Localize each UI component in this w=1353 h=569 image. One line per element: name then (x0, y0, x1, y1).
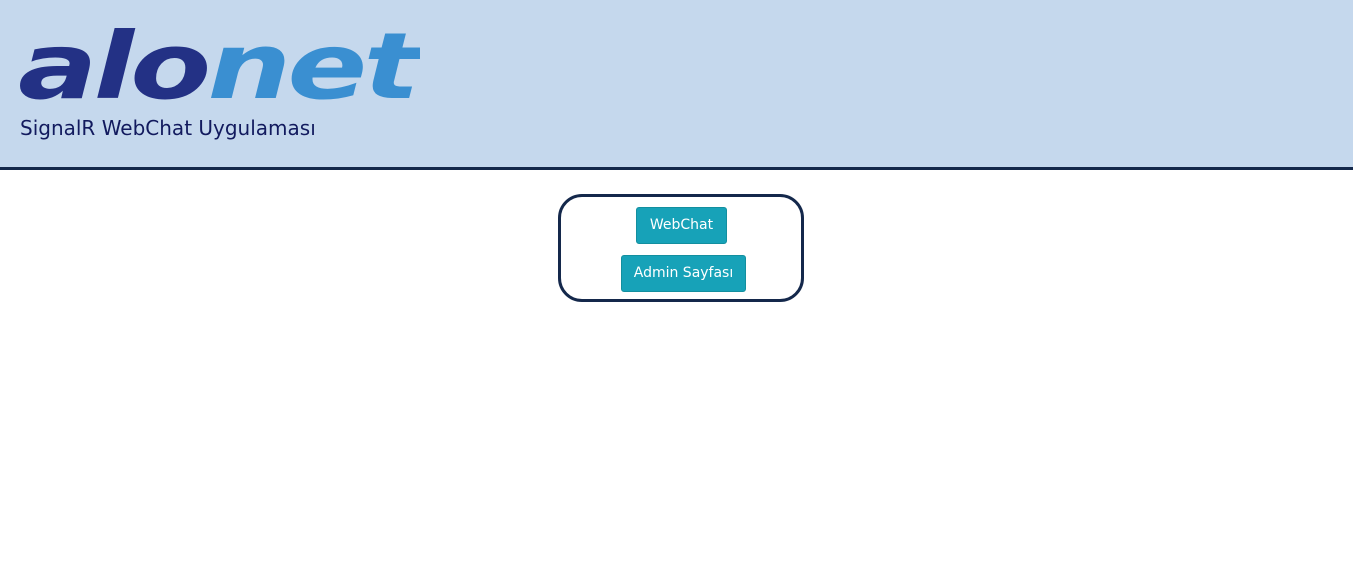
admin-page-button[interactable]: Admin Sayfası (621, 255, 746, 292)
page-header: alo net SignalR WebChat Uygulaması (0, 0, 1353, 170)
alonet-logo: alo net (18, 22, 420, 106)
svg-text:alonet: alo net (18, 22, 420, 106)
app-subtitle: SignalR WebChat Uygulaması (20, 116, 316, 140)
logo-text-alo: alo (18, 22, 207, 106)
webchat-button[interactable]: WebChat (636, 207, 727, 244)
logo-text-net: net (207, 22, 420, 106)
